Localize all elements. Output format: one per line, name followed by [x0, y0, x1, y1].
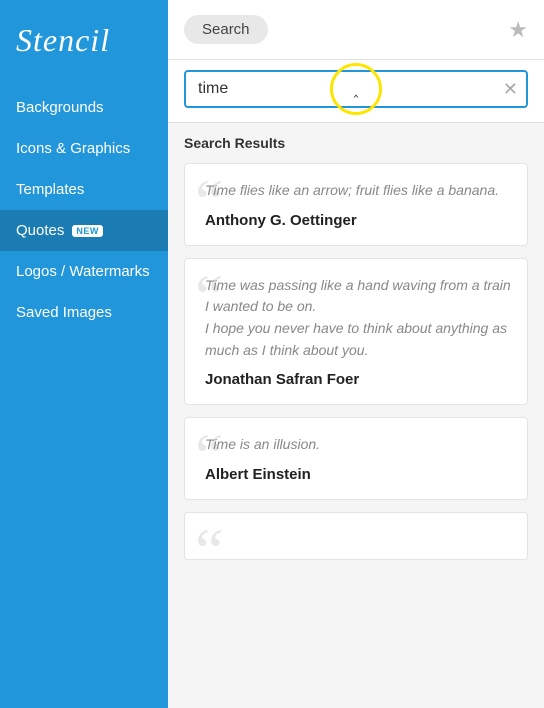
sidebar-item-label-templates: Templates [16, 181, 84, 198]
sidebar-item-label-quotes: Quotes [16, 222, 64, 239]
main-content: Search ★ ‸ ✕ Search Results “ Time flies … [168, 0, 544, 708]
logo: Stencil [0, 0, 168, 87]
search-area: ‸ ✕ [168, 60, 544, 123]
sidebar-item-backgrounds[interactable]: Backgrounds [0, 87, 168, 128]
quote-card: “ [184, 512, 528, 560]
quote-author: Albert Einstein [201, 466, 511, 483]
sidebar-item-quotes[interactable]: Quotes NEW [0, 210, 168, 251]
search-input-wrap: ‸ ✕ [184, 70, 528, 108]
sidebar-item-templates[interactable]: Templates [0, 169, 168, 210]
logo-text: Stencil [16, 22, 110, 58]
sidebar-badge-quotes: NEW [72, 225, 103, 237]
sidebar-item-logos-watermarks[interactable]: Logos / Watermarks [0, 251, 168, 292]
quote-text: Time was passing like a hand waving from… [201, 275, 511, 362]
sidebar-item-icons-graphics[interactable]: Icons & Graphics [0, 128, 168, 169]
results-area: Search Results “ Time flies like an arrow… [168, 123, 544, 708]
favorite-icon[interactable]: ★ [508, 19, 528, 41]
search-input[interactable] [184, 70, 528, 108]
quote-author: Jonathan Safran Foer [201, 371, 511, 388]
sidebar-item-label-backgrounds: Backgrounds [16, 99, 104, 116]
search-tab[interactable]: Search [184, 15, 268, 44]
quote-card[interactable]: “Time flies like an arrow; fruit flies l… [184, 163, 528, 246]
sidebar-item-label-saved-images: Saved Images [16, 304, 112, 321]
sidebar-item-saved-images[interactable]: Saved Images [0, 292, 168, 333]
quote-text: Time flies like an arrow; fruit flies li… [201, 180, 511, 202]
sidebar-nav: Backgrounds Icons & Graphics Templates Quot… [0, 87, 168, 333]
quote-card[interactable]: “Time is an illusion.Albert Einstein [184, 417, 528, 500]
results-label: Search Results [184, 135, 528, 151]
quote-card[interactable]: “Time was passing like a hand waving fro… [184, 258, 528, 406]
quote-text: Time is an illusion. [201, 434, 511, 456]
quote-author: Anthony G. Oettinger [201, 212, 511, 229]
sidebar: Stencil Backgrounds Icons & Graphics Templ… [0, 0, 168, 708]
quote-cards-container: “ Time flies like an arrow; fruit flies l… [184, 163, 528, 560]
sidebar-item-label-logos-watermarks: Logos / Watermarks [16, 263, 150, 280]
quote-mark-icon: “ [195, 519, 223, 560]
topbar: Search ★ [168, 0, 544, 60]
sidebar-item-label-icons-graphics: Icons & Graphics [16, 140, 130, 157]
clear-icon[interactable]: ✕ [503, 80, 518, 98]
